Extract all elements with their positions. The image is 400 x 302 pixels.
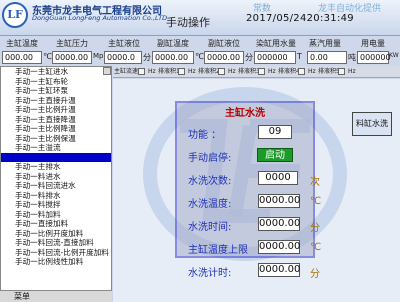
- wash-count-label: 水洗次数:: [188, 176, 232, 187]
- panel-title: 主缸水洗: [225, 108, 265, 119]
- readout-label: 主缸压力: [56, 39, 88, 48]
- function-label: 功能 ：: [188, 130, 222, 141]
- water-usage-value: 000000: [254, 51, 296, 64]
- channel-label: 排液积5: [318, 68, 340, 75]
- wash-count-input[interactable]: 0000: [258, 171, 298, 185]
- list-item[interactable]: 手动一料进水: [1, 172, 111, 182]
- channel-indicator: [138, 68, 145, 75]
- wash-time-input[interactable]: 0000.00: [258, 217, 300, 231]
- company-name-en: DongGuan LongFeng Automation Co.,LTD: [32, 14, 168, 22]
- list-item[interactable]: 手动一主溢流: [1, 143, 111, 153]
- list-item[interactable]: 手动一主缸环泵: [1, 86, 111, 96]
- channel-label: 排液积1: [158, 68, 180, 75]
- channel-unit: Hz: [188, 68, 196, 75]
- main-tank-level-value: 0000.0: [104, 51, 142, 64]
- channel-label: 主缸流速: [114, 68, 139, 75]
- steam-usage-value: 0.00: [307, 51, 347, 64]
- readout-unit: 分: [245, 53, 253, 62]
- datetime-display: 2017/05/2420:31:49: [246, 13, 354, 24]
- main-tank-pressure-value: 0000.00: [52, 51, 92, 64]
- manual-function-list[interactable]: 手动一主缸进水 手动一主缸布轮 手动一主缸环泵 手动一主直接升温 手动一主比例升…: [0, 66, 112, 302]
- channel-indicator: [218, 68, 225, 75]
- aux-tank-level-value: 0000.00: [204, 51, 244, 64]
- main-temp-limit-unit: ℃: [310, 242, 322, 253]
- list-item-selected[interactable]: [1, 152, 111, 162]
- main-tank-temp-value: 000.00: [2, 51, 42, 64]
- wash-temp-label: 水洗温度:: [188, 199, 232, 210]
- readout-label: 主缸液位: [108, 39, 140, 48]
- channel-indicator: [298, 68, 305, 75]
- main-temp-limit-label: 主缸温度上限: [188, 245, 248, 256]
- readout-unit: T: [297, 52, 302, 61]
- channel-unit: Hz: [268, 68, 276, 75]
- list-item[interactable]: 手动一主比例降温: [1, 124, 111, 134]
- readout-label: 染缸用水量: [256, 39, 296, 48]
- list-item[interactable]: 手动一比例线性加料: [1, 257, 111, 267]
- readout-label: 副缸温度: [157, 39, 189, 48]
- menu-footer[interactable]: 菜单: [0, 290, 112, 302]
- list-item[interactable]: 手动一料加料: [1, 210, 111, 220]
- page-title: 手动操作: [166, 16, 210, 29]
- start-button[interactable]: 启动: [257, 148, 293, 162]
- channel-label: 排液积4: [278, 68, 300, 75]
- list-item[interactable]: 手动一比例开度加料: [1, 229, 111, 239]
- channel-indicator: [178, 68, 185, 75]
- channel-label: 排液积2: [198, 68, 220, 75]
- channel-unit: Hz: [148, 68, 156, 75]
- list-item[interactable]: 手动一料搅拌: [1, 200, 111, 210]
- wash-temp-input[interactable]: 0000.00: [258, 194, 300, 208]
- list-item[interactable]: 手动一直接加料: [1, 219, 111, 229]
- readout-unit: 吨: [348, 53, 356, 62]
- channel-indicator: [258, 68, 265, 75]
- wash-timer-unit: 分: [310, 269, 320, 280]
- wash-time-unit: 分: [310, 223, 320, 234]
- list-item[interactable]: 手动一主缸布轮: [1, 77, 111, 87]
- readout-label: 主缸温度: [6, 39, 38, 48]
- main-temp-limit-input[interactable]: 0000.00: [258, 240, 300, 254]
- channel-label: 排液积3: [238, 68, 260, 75]
- wash-count-unit: 次: [310, 177, 320, 188]
- list-item[interactable]: 手动一主缸进水: [1, 67, 111, 77]
- list-item[interactable]: 手动一料排水: [1, 191, 111, 201]
- readout-label: 副缸液位: [208, 39, 240, 48]
- function-number-field: 09: [258, 125, 292, 139]
- readout-unit: 分: [143, 53, 151, 62]
- scroll-up-button[interactable]: [103, 67, 111, 75]
- start-stop-label: 手动启停:: [188, 153, 232, 164]
- readout-label: 蒸汽用量: [309, 39, 341, 48]
- readout-unit: ℃: [195, 52, 204, 61]
- wash-timer-label: 水洗计时:: [188, 268, 232, 279]
- list-item[interactable]: 手动一主直接降温: [1, 115, 111, 125]
- wash-timer-field: 0000.00: [258, 263, 301, 277]
- aux-tank-temp-value: 0000.00: [152, 51, 194, 64]
- channel-unit: Hz: [348, 68, 356, 75]
- list-item[interactable]: 手动一主比例保温: [1, 134, 111, 144]
- readout-unit: KW: [389, 52, 399, 59]
- channel-unit: Hz: [308, 68, 316, 75]
- readout-label: 用电量: [361, 39, 385, 48]
- readout-unit: ℃: [43, 52, 52, 61]
- channel-unit: Hz: [228, 68, 236, 75]
- list-item[interactable]: 手动一料回流-比例开度加料: [1, 248, 111, 258]
- company-logo: LF: [2, 2, 28, 28]
- list-item[interactable]: 手动一主比例升温: [1, 105, 111, 115]
- list-item[interactable]: 手动一主直接升温: [1, 96, 111, 106]
- power-usage-value: 000000: [357, 51, 391, 64]
- channel-indicator: [338, 68, 345, 75]
- list-item[interactable]: 手动一料回流进水: [1, 181, 111, 191]
- material-tank-wash-button[interactable]: 料缸水洗: [352, 112, 392, 136]
- wash-time-label: 水洗时间:: [188, 222, 232, 233]
- list-item[interactable]: 手动一主排水: [1, 162, 111, 172]
- list-item[interactable]: 手动一料回流-直接加料: [1, 238, 111, 248]
- wash-temp-unit: ℃: [310, 196, 322, 207]
